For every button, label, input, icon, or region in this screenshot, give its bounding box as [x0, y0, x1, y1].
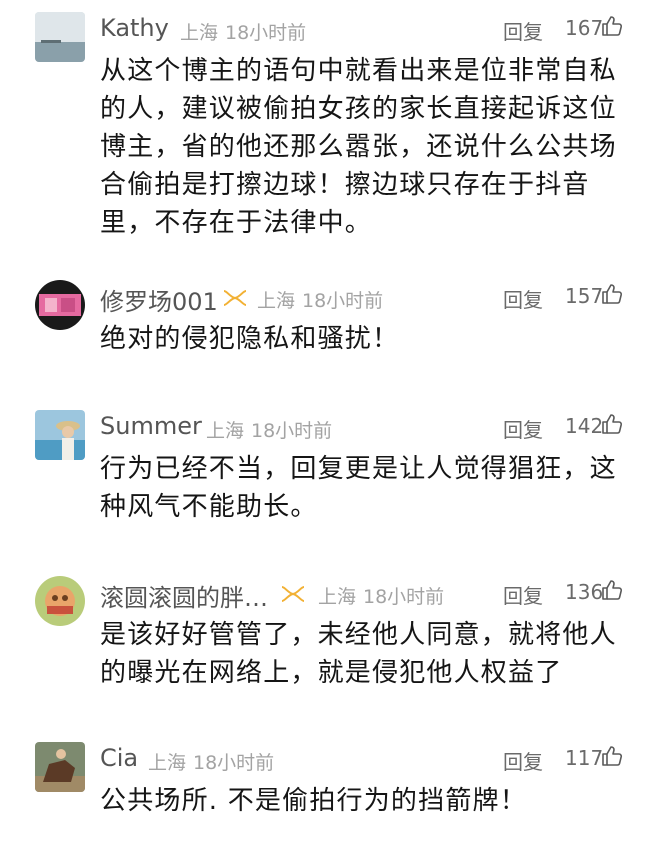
comment-location: 上海 [318, 586, 357, 608]
comment-time: 18小时前 [193, 752, 275, 774]
comment-text: 公共场所. 不是偷拍行为的挡箭牌！ [100, 786, 527, 816]
comment-text: 从这个博主的语句中就看出来是位非常自私的人，建议被偷拍女孩的家长直接起诉这位博主… [100, 56, 617, 238]
reply-button[interactable]: 回复 [503, 746, 543, 775]
comment-time: 18小时前 [251, 420, 333, 442]
user-name[interactable]: Cia [100, 744, 138, 772]
comment-location: 上海 [180, 22, 219, 44]
comment-item: Kathy 上海 18小时前 回复 167 从这个博主的语句中就看出来是位非常自… [0, 10, 660, 250]
reply-button[interactable]: 回复 [503, 16, 543, 45]
user-name[interactable]: Summer [100, 412, 202, 440]
comment-time: 18小时前 [363, 586, 445, 608]
reply-button[interactable]: 回复 [503, 414, 543, 443]
avatar[interactable] [35, 280, 85, 330]
comment-text: 绝对的侵犯隐私和骚扰！ [100, 324, 400, 354]
comment-item: 修罗场001 上海 18小时前 回复 157 绝对的侵犯隐私和骚扰！ [0, 278, 660, 388]
like-count: 117 [565, 746, 604, 770]
thumbs-up-icon[interactable] [600, 282, 624, 306]
comment-time: 18小时前 [302, 290, 384, 312]
avatar[interactable] [35, 742, 85, 792]
like-count: 136 [565, 580, 604, 604]
avatar[interactable] [35, 576, 85, 626]
avatar[interactable] [35, 410, 85, 460]
thumbs-up-icon[interactable] [600, 744, 624, 768]
comment-location: 上海 [257, 290, 296, 312]
like-count: 157 [565, 284, 604, 308]
like-count: 167 [565, 16, 604, 40]
reply-button[interactable]: 回复 [503, 284, 543, 313]
thumbs-up-icon[interactable] [600, 14, 624, 38]
comment-location: 上海 [148, 752, 187, 774]
comment-text: 是该好好管管了，未经他人同意，就将他人的曝光在网络上，就是侵犯他人权益了 [100, 620, 617, 688]
reply-button[interactable]: 回复 [503, 580, 543, 609]
thumbs-up-icon[interactable] [600, 578, 624, 602]
like-count: 142 [565, 414, 604, 438]
comment-item: Cia 上海 18小时前 回复 117 公共场所. 不是偷拍行为的挡箭牌！ [0, 740, 660, 840]
comment-item: Summer 上海 18小时前 回复 142 行为已经不当，回复更是让人觉得猖狂… [0, 408, 660, 528]
user-name[interactable]: 修罗场001 [100, 282, 218, 317]
avatar[interactable] [35, 12, 85, 62]
vip-badge-icon [280, 583, 306, 605]
comment-text: 行为已经不当，回复更是让人觉得猖狂，这种风气不能助长。 [100, 454, 617, 522]
user-name[interactable]: 滚圆滚圆的胖… [100, 578, 268, 613]
user-name[interactable]: Kathy [100, 14, 169, 42]
comment-item: 滚圆滚圆的胖… 上海 18小时前 回复 136 是该好好管管了，未经他人同意，就… [0, 574, 660, 694]
thumbs-up-icon[interactable] [600, 412, 624, 436]
vip-badge-icon [222, 287, 248, 309]
comment-location: 上海 [206, 420, 245, 442]
comment-time: 18小时前 [225, 22, 307, 44]
